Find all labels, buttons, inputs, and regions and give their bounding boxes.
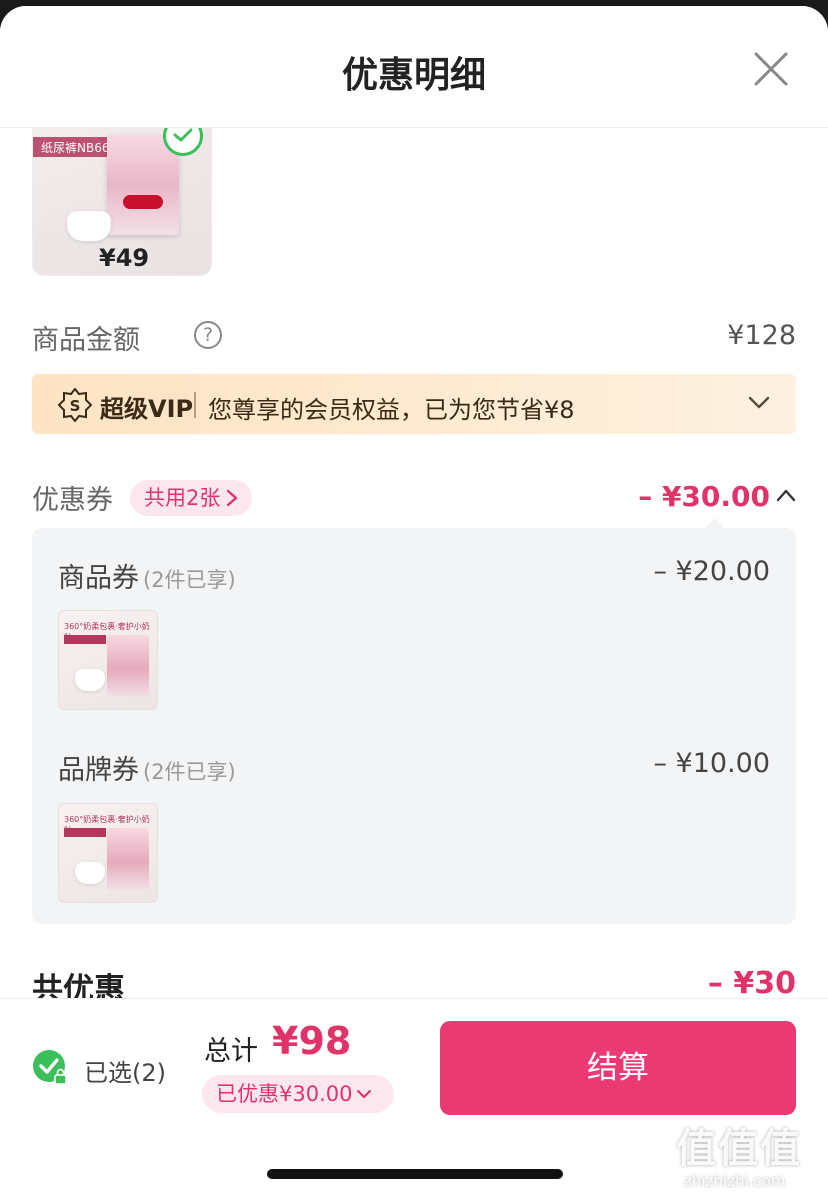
chevron-right-icon [227, 489, 238, 506]
question-icon[interactable]: ? [194, 321, 222, 349]
brand-coupon-amount: – ¥10.00 [653, 748, 770, 779]
coupon-row[interactable]: 优惠券 共用2张 – ¥30.00 [32, 478, 796, 518]
brand-coupon-title: 品牌券 (2件已享) [58, 748, 236, 787]
site-watermark: 值值值 zhizhizhi.com [676, 1116, 826, 1196]
selected-count: 已选(2) [84, 1059, 166, 1087]
coupon-count-text: 共用2张 [144, 486, 221, 510]
check-lock-icon[interactable] [32, 1049, 68, 1085]
checkout-button[interactable]: 结算 [440, 1021, 796, 1115]
watermark-logo: 值值值 [676, 1126, 802, 1172]
saved-amount-text: 已优惠¥30.00 [216, 1082, 353, 1106]
thumbnail-diaper [75, 669, 105, 691]
chevron-down-icon [357, 1089, 372, 1099]
brand-coupon-title-text: 品牌券 [58, 755, 139, 786]
vip-badge-icon: S [58, 388, 92, 422]
vip-divider [194, 392, 196, 418]
goods-amount-row: 商品金额 ? ¥128 [32, 318, 796, 358]
product-price: ¥49 [99, 244, 150, 272]
vip-benefit-bar[interactable]: S 超级VIP 您尊享的会员权益，已为您节省¥8 [32, 374, 796, 434]
coupon-count-tag[interactable]: 共用2张 [130, 480, 253, 516]
svg-text:S: S [70, 397, 81, 415]
chevron-up-icon[interactable] [776, 488, 796, 502]
thumbnail-pack [107, 635, 149, 697]
coupon-total: – ¥30.00 [638, 480, 770, 513]
coupon-detail-panel: 商品券(2件已享) – ¥20.00 360°奶柔包裹·奢护小奶肚 品牌券(2件… [32, 518, 796, 924]
panel-pointer [704, 518, 726, 529]
brand-logo [123, 195, 163, 209]
coupon-label: 优惠券 [32, 485, 113, 516]
total-discount-value: – ¥30 [707, 966, 796, 1001]
product-thumbnail: 360°奶柔包裹·奢护小奶肚 [58, 803, 158, 903]
product-coupon-sub: (2件已享) [143, 568, 236, 592]
close-icon[interactable] [752, 50, 790, 88]
page-title: 优惠明细 [341, 55, 486, 96]
sum-label: 总计 [204, 1036, 258, 1067]
vip-benefit-text: 您尊享的会员权益，已为您节省¥8 [208, 396, 575, 424]
sum-value: ¥98 [272, 1019, 352, 1063]
vip-title: 超级VIP [100, 395, 194, 423]
product-coupon-amount: – ¥20.00 [653, 556, 770, 587]
product-coupon-title-text: 商品券 [58, 563, 139, 594]
saved-amount-pill[interactable]: 已优惠¥30.00 [202, 1075, 394, 1113]
diaper-image [67, 211, 111, 241]
discount-detail-sheet: 优惠明细 纸尿裤NB66 ¥49 商品金额 ? ¥128 S 超级VIP 您尊享… [0, 6, 828, 1198]
thumbnail-diaper [75, 862, 105, 884]
product-coupon-title: 商品券 (2件已享) [58, 556, 236, 595]
brand-coupon-sub: (2件已享) [143, 760, 236, 784]
chevron-down-icon [748, 396, 770, 409]
product-band-text: 纸尿裤NB66 [41, 141, 110, 155]
home-indicator[interactable] [267, 1169, 563, 1179]
sheet-header: 优惠明细 [0, 6, 828, 128]
watermark-url: zhizhizhi.com [684, 1172, 786, 1190]
product-thumbnail: 360°奶柔包裹·奢护小奶肚 [58, 610, 158, 710]
thumbnail-band [64, 828, 106, 837]
thumbnail-band [64, 635, 106, 644]
goods-amount-label: 商品金额 [32, 325, 140, 356]
goods-amount-value: ¥128 [727, 320, 796, 351]
thumbnail-pack [107, 828, 149, 890]
